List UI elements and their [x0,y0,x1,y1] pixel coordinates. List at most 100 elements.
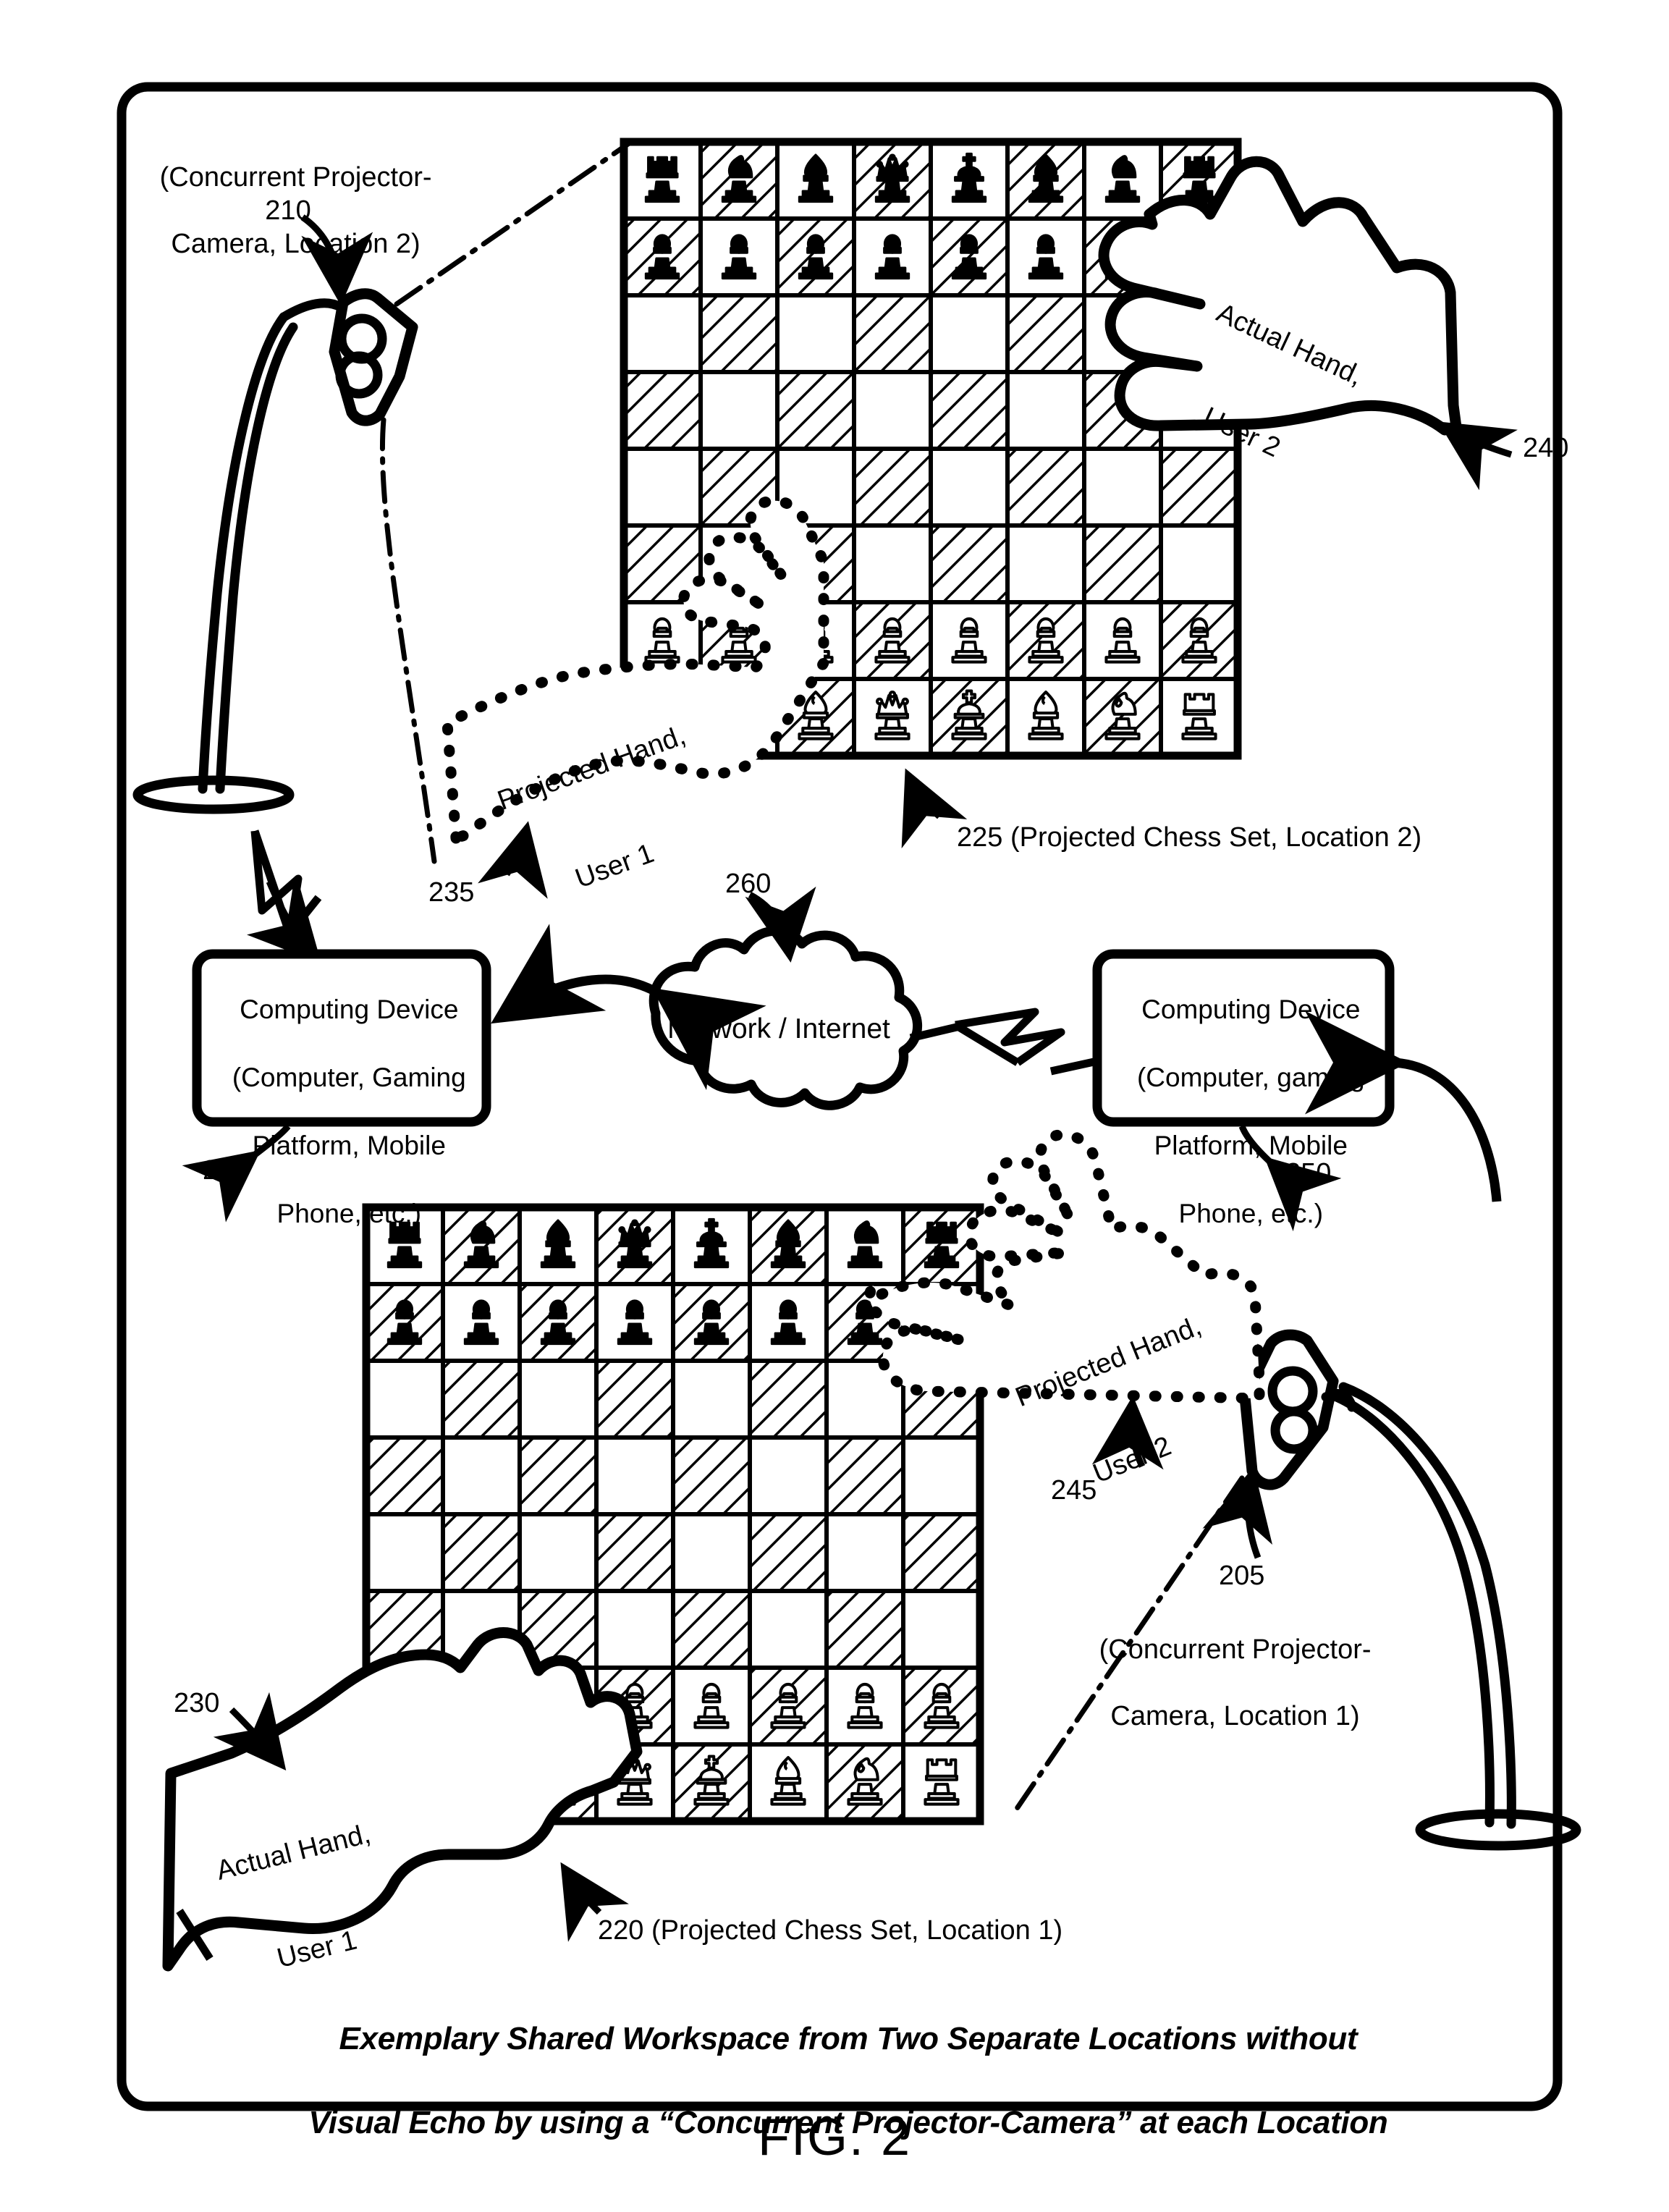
chess-square [364,1435,445,1516]
patent-figure-page: (Concurrent Projector- Camera, Location … [0,0,1669,2212]
ref-220-projected-chess-set-location1: 220 (Projected Chess Set, Location 1) [598,1915,1063,1946]
chess-square [901,1666,982,1747]
chess-square [852,523,933,604]
chess-square [748,1435,829,1516]
chess-square [1082,447,1163,528]
chess-square [1082,600,1163,681]
projector1-title-line2: Camera, Location 1) [1110,1701,1360,1731]
chess-square [1159,677,1240,758]
projected-hand-user2-line1: Projected Hand, [1011,1311,1206,1414]
projected-hand-user2-line2: User 2 [1089,1430,1176,1490]
ref-255: 255 [203,1155,249,1186]
chess-square [517,1512,599,1593]
chess-square [775,216,856,297]
chess-square [441,1282,522,1363]
projector2-title-line2: Camera, Location 2) [171,229,421,259]
chess-square [748,1512,829,1593]
projector2-title-line1: (Concurrent Projector- [159,162,432,193]
projector1-title-line1: (Concurrent Projector- [1099,1634,1372,1665]
chess-square [1005,600,1086,681]
device-left-line4: Phone, etc.) [276,1199,422,1228]
chess-square [364,1359,445,1440]
chess-square [824,1666,905,1747]
chess-square [901,1589,982,1670]
projected-hand-user1-line2: User 1 [571,837,659,895]
chess-square [824,1512,905,1593]
chess-square [1159,600,1240,681]
chess-square [929,370,1010,451]
chess-square [1082,677,1163,758]
chess-square [852,216,933,297]
device-left-line1: Computing Device [240,995,459,1024]
chess-square [441,1512,522,1593]
device-right-line4: Phone, etc.) [1178,1199,1324,1228]
device-right-line1: Computing Device [1141,995,1361,1024]
chess-square [594,1359,675,1440]
chess-square [364,1282,445,1363]
chess-square [1005,370,1086,451]
chess-square [517,1435,599,1516]
actual-hand-user1-line1: Actual Hand, [213,1818,374,1886]
chess-square [1005,447,1086,528]
actual-hand-user2-line2: User 2 [1199,401,1285,464]
projected-hand-user1-line1: Projected Hand, [494,720,690,816]
chess-square [671,1282,752,1363]
chess-square [441,1435,522,1516]
chess-square [929,216,1010,297]
chess-square [929,447,1010,528]
chess-square [671,1359,752,1440]
ref-235: 235 [428,877,475,908]
chess-square [1082,523,1163,604]
chess-square [594,1435,675,1516]
chess-square [698,370,779,451]
computing-device-left: Computing Device (Computer, Gaming Platf… [204,958,479,1230]
chess-square [441,1359,522,1440]
projector-camera-location1-title: (Concurrent Projector- Camera, Location … [1061,1600,1394,1733]
chess-square [1082,140,1163,221]
chess-square [748,1282,829,1363]
chess-square [775,293,856,374]
device-left-line2: (Computer, Gaming [232,1063,466,1092]
chess-square [1159,523,1240,604]
network-cloud-label: Network / Internet [667,1013,890,1044]
chess-square [852,293,933,374]
ref-245: 245 [1051,1475,1097,1506]
chess-square [901,1742,982,1823]
ref-240: 240 [1523,433,1569,463]
chess-square [901,1435,982,1516]
chess-square [824,1589,905,1670]
ref-210: 210 [265,195,311,226]
chess-square [901,1512,982,1593]
chess-square [517,1359,599,1440]
chess-square [929,600,1010,681]
chess-square [748,1666,829,1747]
figure-number: FIG. 2 [757,2108,912,2166]
ref-225-projected-chess-set-location2: 225 (Projected Chess Set, Location 2) [957,822,1422,853]
chess-square [671,1589,752,1670]
chess-square [852,600,933,681]
ref-260: 260 [725,869,772,899]
actual-hand-user2-line1: Actual Hand, [1212,297,1368,392]
chess-square [1005,216,1086,297]
ref-250: 250 [1285,1158,1332,1189]
chess-square [671,1666,752,1747]
chess-square [1005,293,1086,374]
chess-square [775,370,856,451]
chess-square [622,140,703,221]
device-left-line3: Platform, Mobile [252,1131,446,1160]
chess-square [929,293,1010,374]
chess-square [594,1589,675,1670]
computing-device-right: Computing Device (Computer, gaming Platf… [1104,958,1382,1230]
chess-square [622,447,703,528]
ref-230: 230 [174,1688,220,1718]
caption-line1: Exemplary Shared Workspace from Two Sepa… [339,2021,1358,2056]
chess-square [671,1512,752,1593]
chess-square [748,1359,829,1440]
ref-205: 205 [1219,1561,1265,1591]
chess-square [622,216,703,297]
projector-camera-location2-title: (Concurrent Projector- Camera, Location … [129,127,447,261]
chess-square [671,1435,752,1516]
chess-square [852,370,933,451]
chess-square [824,1742,905,1823]
chess-square [698,140,779,221]
